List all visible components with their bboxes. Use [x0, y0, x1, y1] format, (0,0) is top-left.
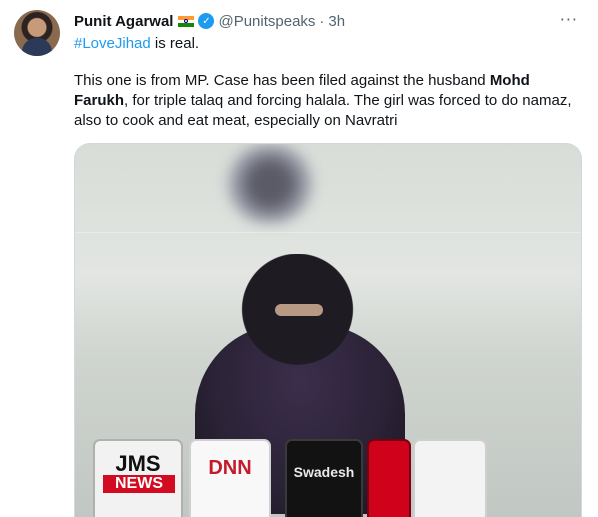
tweet-line-1-text: is real. — [150, 35, 200, 52]
media-video-thumbnail[interactable]: JMS NEWS DNN Swadesh — [74, 143, 582, 517]
microphone-dnn: DNN — [189, 439, 271, 517]
separator-dot: · — [319, 12, 325, 30]
microphone-red — [367, 439, 411, 517]
microphone-swadesh: Swadesh — [285, 439, 363, 517]
tweet-header: Punit Agarwal ✓ @Punitspeaks · 3h — [74, 11, 578, 31]
mic-swadesh-label: Swadesh — [293, 464, 355, 480]
author-handle[interactable]: @Punitspeaks — [218, 13, 315, 30]
tweet-line-1: #LoveJihad is real. — [74, 34, 584, 54]
more-horizontal-icon[interactable]: ··· — [560, 10, 578, 29]
microphone-white — [413, 439, 487, 517]
timestamp[interactable]: 3h — [328, 13, 345, 30]
author-name[interactable]: Punit Agarwal — [74, 13, 173, 30]
india-flag-icon — [178, 15, 195, 27]
mic-dnn-label: DNN — [208, 457, 252, 479]
tweet-text: #LoveJihad is real. This one is from MP.… — [74, 34, 584, 131]
person-eyes — [275, 304, 323, 316]
tweet-paragraph: This one is from MP. Case has been filed… — [74, 71, 584, 131]
mic-jms-label: JMS — [115, 451, 161, 476]
wall-line — [75, 232, 581, 233]
mic-jms-news-label: NEWS — [103, 475, 175, 493]
blurred-face-patch — [225, 144, 315, 224]
microphone-jms: JMS NEWS — [93, 439, 183, 517]
tweet-paragraph-part-1: This one is from MP. Case has been filed… — [74, 72, 490, 89]
tweet-paragraph-part-2: , for triple talaq and forcing halala. T… — [74, 92, 572, 129]
avatar[interactable] — [14, 10, 60, 56]
verified-badge-icon: ✓ — [198, 13, 215, 29]
hashtag-link[interactable]: #LoveJihad — [74, 35, 151, 52]
